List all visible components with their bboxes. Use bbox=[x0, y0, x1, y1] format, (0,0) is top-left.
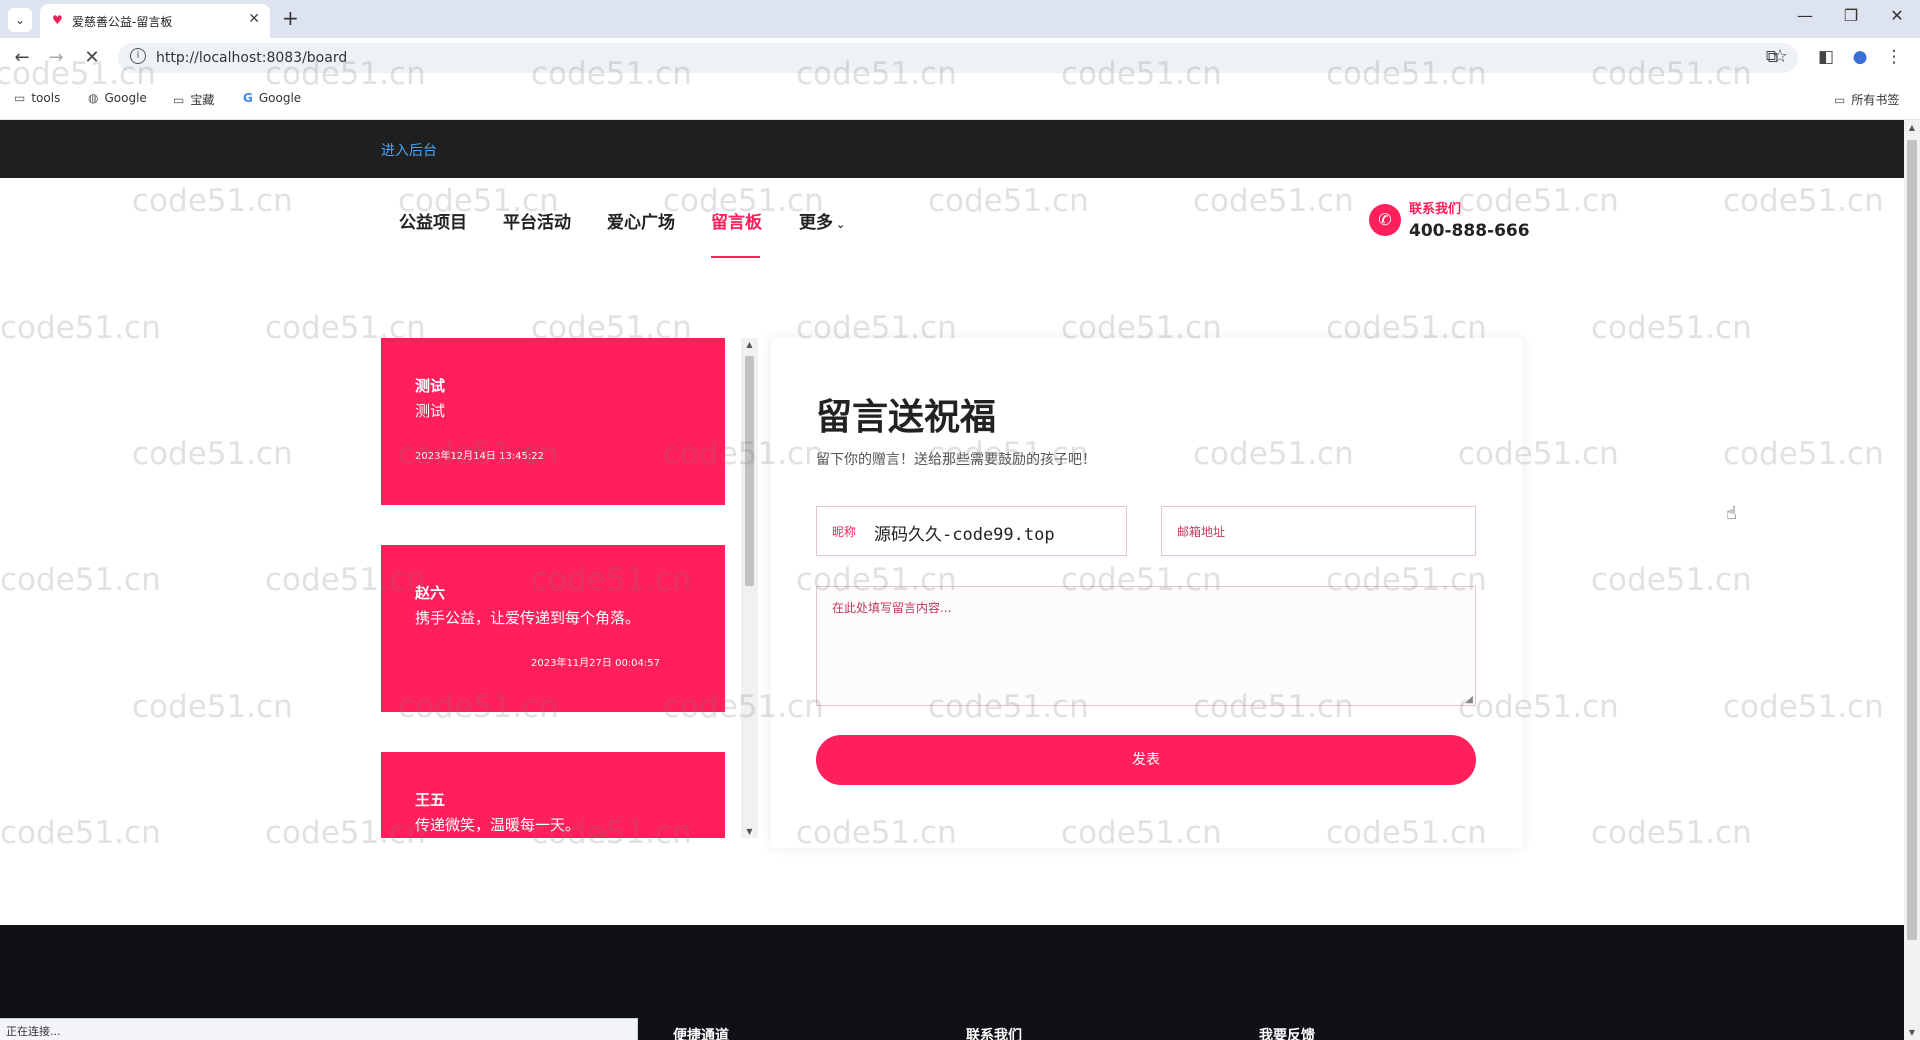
heart-favicon-icon: ♥ bbox=[52, 13, 63, 27]
message-text: 传递微笑，温暖每一天。 bbox=[415, 816, 581, 834]
tab-list-button[interactable]: ⌄ bbox=[8, 8, 32, 32]
nav-more-label: 更多 bbox=[799, 213, 833, 233]
profile-avatar-icon[interactable]: ● bbox=[1848, 47, 1872, 67]
message-content-textarea[interactable]: 在此处填写留言内容... ◢ bbox=[816, 586, 1476, 706]
main-navigation: 公益项目 平台活动 爱心广场 留言板 更多 ⌄ bbox=[0, 178, 1904, 260]
message-time: 2023年12月14日 13:45:22 bbox=[415, 451, 544, 462]
nickname-value[interactable]: 源码久久-code99.top bbox=[874, 520, 1055, 545]
footer-col-feedback: 我要反馈 bbox=[1259, 1028, 1315, 1040]
bookmark-google-2[interactable]: G Google bbox=[243, 91, 301, 105]
admin-link[interactable]: 进入后台 bbox=[381, 140, 437, 160]
message-list-scroll[interactable]: 测试 测试 2023年12月14日 13:45:22 赵六 携手公益，让爱传递到… bbox=[381, 338, 758, 838]
all-bookmarks-label: 所有书签 bbox=[1851, 93, 1900, 107]
resize-grip-icon[interactable]: ◢ bbox=[1465, 694, 1473, 705]
stop-loading-icon[interactable]: ✕ bbox=[80, 47, 104, 68]
bookmark-treasure[interactable]: ▭ 宝藏 bbox=[173, 91, 214, 108]
message-list-scrollbar[interactable]: ▲ ▼ bbox=[741, 338, 758, 838]
nav-item-activities[interactable]: 平台活动 bbox=[503, 208, 571, 233]
submit-button[interactable]: 发表 bbox=[816, 735, 1476, 785]
message-card: 测试 测试 2023年12月14日 13:45:22 bbox=[381, 338, 725, 505]
bookmark-tools[interactable]: ▭ tools bbox=[14, 91, 60, 105]
folder-icon: ▭ bbox=[14, 91, 26, 105]
new-tab-button[interactable]: + bbox=[282, 7, 299, 29]
message-card: 王五 传递微笑，温暖每一天。 bbox=[381, 752, 725, 838]
browser-tabstrip: ⌄ ♥ 爱慈善公益-留言板 ✕ + — ❐ ✕ bbox=[0, 0, 1920, 38]
email-field[interactable]: 邮箱地址 bbox=[1161, 506, 1476, 556]
bookmarks-bar: ▭ tools ◍ Google ▭ 宝藏 G Google ▭ 所有书签 bbox=[0, 78, 1920, 120]
message-text: 测试 bbox=[415, 402, 446, 420]
chevron-down-icon: ⌄ bbox=[836, 218, 846, 231]
tab-title: 爱慈善公益-留言板 bbox=[72, 15, 173, 29]
forward-icon[interactable]: → bbox=[44, 47, 68, 68]
page-scroll-down-icon[interactable]: ▼ bbox=[1904, 1028, 1920, 1037]
bookmark-label: Google bbox=[104, 91, 147, 105]
nav-active-underline bbox=[711, 256, 760, 258]
status-bubble: 正在连接... bbox=[0, 1018, 638, 1040]
contact-phone: 400-888-666 bbox=[1409, 221, 1530, 241]
hand-cursor-icon: ☝ bbox=[1726, 503, 1737, 524]
folder-icon: ▭ bbox=[1834, 93, 1846, 107]
web-page: 进入后台 公益项目 平台活动 爱心广场 留言板 更多 ⌄ ✆ 联系我们 400-8… bbox=[0, 120, 1904, 1040]
nav-item-more[interactable]: 更多 ⌄ bbox=[799, 208, 845, 233]
message-time: 2023年11月27日 00:04:57 bbox=[531, 658, 660, 669]
minimize-icon[interactable]: — bbox=[1790, 6, 1820, 25]
page-scrollbar[interactable]: ▲ ▼ bbox=[1904, 120, 1920, 1040]
back-icon[interactable]: ← bbox=[10, 47, 34, 68]
form-title: 留言送祝福 bbox=[816, 397, 997, 438]
browser-tab-active[interactable]: ♥ 爱慈善公益-留言板 ✕ bbox=[40, 4, 270, 38]
email-placeholder: 邮箱地址 bbox=[1177, 525, 1226, 539]
phone-icon: ✆ bbox=[1369, 204, 1401, 236]
bookmark-label: tools bbox=[31, 91, 61, 105]
page-scrollbar-thumb[interactable] bbox=[1907, 140, 1917, 940]
globe-icon: ◍ bbox=[88, 91, 99, 105]
scroll-up-arrow-icon[interactable]: ▲ bbox=[741, 340, 758, 349]
close-tab-icon[interactable]: ✕ bbox=[248, 11, 260, 27]
message-author: 测试 bbox=[415, 377, 446, 395]
content-placeholder: 在此处填写留言内容... bbox=[832, 601, 952, 615]
nav-item-projects[interactable]: 公益项目 bbox=[399, 208, 467, 233]
bookmark-google-1[interactable]: ◍ Google bbox=[88, 91, 147, 105]
site-info-icon[interactable]: i bbox=[130, 48, 146, 64]
browser-toolbar: ← → ✕ i http://localhost:8083/board ☆ ⧉ … bbox=[0, 38, 1920, 78]
message-author: 赵六 bbox=[415, 584, 446, 602]
scroll-down-arrow-icon[interactable]: ▼ bbox=[741, 827, 758, 836]
restore-icon[interactable]: ❐ bbox=[1836, 6, 1866, 25]
extensions-icon[interactable]: ⧉ bbox=[1760, 47, 1784, 67]
footer-col-contact: 联系我们 bbox=[966, 1028, 1022, 1040]
scrollbar-thumb[interactable] bbox=[745, 356, 754, 586]
nav-item-message-board[interactable]: 留言板 bbox=[711, 208, 762, 233]
close-window-icon[interactable]: ✕ bbox=[1882, 6, 1912, 25]
nav-item-love-square[interactable]: 爱心广场 bbox=[607, 208, 675, 233]
message-author: 王五 bbox=[415, 791, 446, 809]
menu-kebab-icon[interactable]: ⋮ bbox=[1882, 47, 1906, 67]
form-subtitle: 留下你的赠言！送给那些需要鼓励的孩子吧！ bbox=[816, 452, 1096, 468]
address-bar[interactable]: i http://localhost:8083/board ☆ bbox=[118, 43, 1798, 73]
contact-label: 联系我们 bbox=[1409, 202, 1462, 217]
folder-icon: ▭ bbox=[173, 93, 185, 107]
side-panel-icon[interactable]: ◧ bbox=[1814, 47, 1838, 67]
message-text: 携手公益，让爱传递到每个角落。 bbox=[415, 609, 641, 627]
message-form: 留言送祝福 留下你的赠言！送给那些需要鼓励的孩子吧！ 昵称 源码久久-code9… bbox=[771, 338, 1523, 848]
bookmark-label: 宝藏 bbox=[190, 93, 215, 107]
all-bookmarks[interactable]: ▭ 所有书签 bbox=[1834, 91, 1899, 108]
message-card: 赵六 携手公益，让爱传递到每个角落。 2023年11月27日 00:04:57 bbox=[381, 545, 725, 712]
bookmark-label: Google bbox=[258, 91, 302, 105]
address-url[interactable]: http://localhost:8083/board bbox=[156, 50, 347, 66]
nickname-field[interactable]: 昵称 源码久久-code99.top bbox=[816, 506, 1127, 556]
google-icon: G bbox=[243, 91, 253, 105]
nickname-label: 昵称 bbox=[832, 525, 857, 539]
footer-col-shortcuts: 便捷通道 bbox=[673, 1028, 729, 1040]
page-scroll-up-icon[interactable]: ▲ bbox=[1904, 123, 1920, 132]
site-top-bar: 进入后台 bbox=[0, 120, 1904, 178]
